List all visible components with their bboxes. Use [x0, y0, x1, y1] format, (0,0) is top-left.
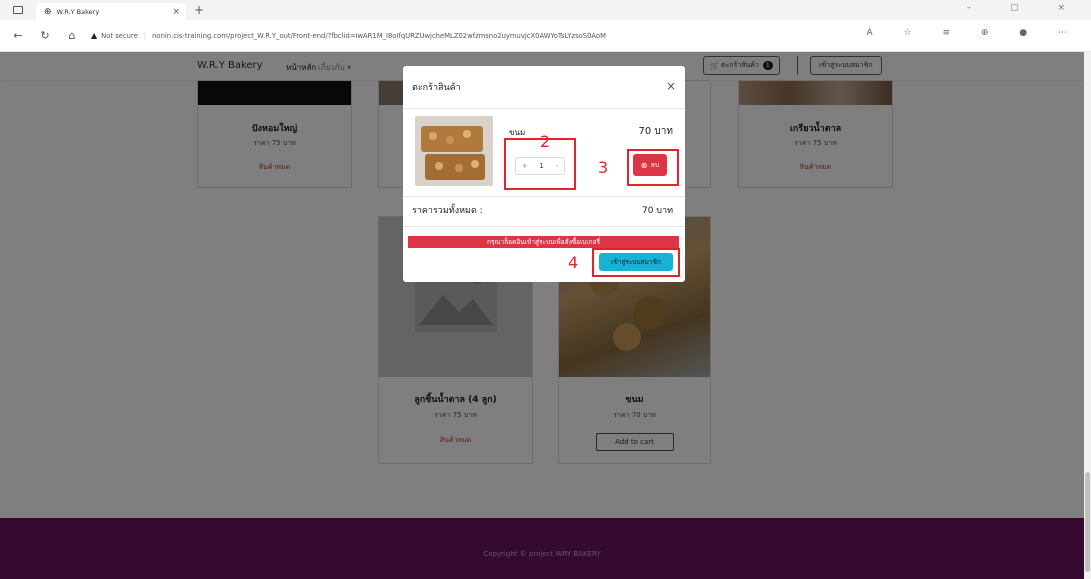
back-icon[interactable]: ←: [9, 29, 27, 42]
url-field[interactable]: ▲ Not secure | nonin.cis-training.com/pr…: [91, 31, 606, 40]
annotation-number-3: 3: [598, 158, 609, 177]
total-label: ราคารวมทั้งหมด :: [412, 206, 483, 216]
new-tab-icon[interactable]: +: [194, 3, 204, 17]
tab-title: W.R.Y Bakery: [56, 7, 100, 16]
refresh-icon[interactable]: ↻: [36, 29, 54, 42]
web-page: W.R.Y Bakery หน้าหลัก เกี่ยวกับ ▾ 🛒 ตะกร…: [0, 52, 1084, 579]
warning-icon: ▲: [91, 31, 98, 40]
browser-tab-bar: ⊕ W.R.Y Bakery × + – ▢ ×: [0, 0, 1091, 20]
window-controls[interactable]: – ▢ ×: [967, 3, 1083, 13]
login-required-alert: กรุณาล็อคอินเข้าสู่ระบบเพื่อสั่งซื้อเบเก…: [408, 236, 679, 248]
scrollbar-thumb[interactable]: [1085, 472, 1090, 572]
annotation-number-2: 2: [540, 132, 551, 151]
close-icon[interactable]: ×: [666, 79, 676, 93]
modal-title: ตะกร้าสินค้า: [412, 83, 461, 93]
annotation-box-4: [592, 248, 680, 277]
cart-item-image: [415, 116, 493, 186]
url-text: nonin.cis-training.com/project_W.R.Y_out…: [152, 31, 606, 40]
browser-tab[interactable]: ⊕ W.R.Y Bakery ×: [36, 3, 186, 20]
address-bar: ← ↻ ⌂ ▲ Not secure | nonin.cis-training.…: [0, 20, 1091, 52]
page-scrollbar[interactable]: [1084, 52, 1091, 579]
not-secure-label: Not secure: [101, 31, 138, 40]
annotation-number-4: 4: [568, 253, 579, 272]
cart-item-price: 70 บาท: [638, 126, 673, 137]
annotation-box-3: [627, 149, 679, 186]
snack-photo: [415, 116, 493, 186]
total-value: 70 บาท: [641, 206, 673, 216]
browser-toolbar-icons[interactable]: A ☆ ≡ ⊕ ● ⋯: [867, 28, 1081, 38]
tab-actions-icon[interactable]: [13, 6, 23, 14]
globe-icon: ⊕: [44, 6, 52, 17]
close-tab-icon[interactable]: ×: [172, 7, 180, 17]
home-icon[interactable]: ⌂: [63, 29, 81, 42]
